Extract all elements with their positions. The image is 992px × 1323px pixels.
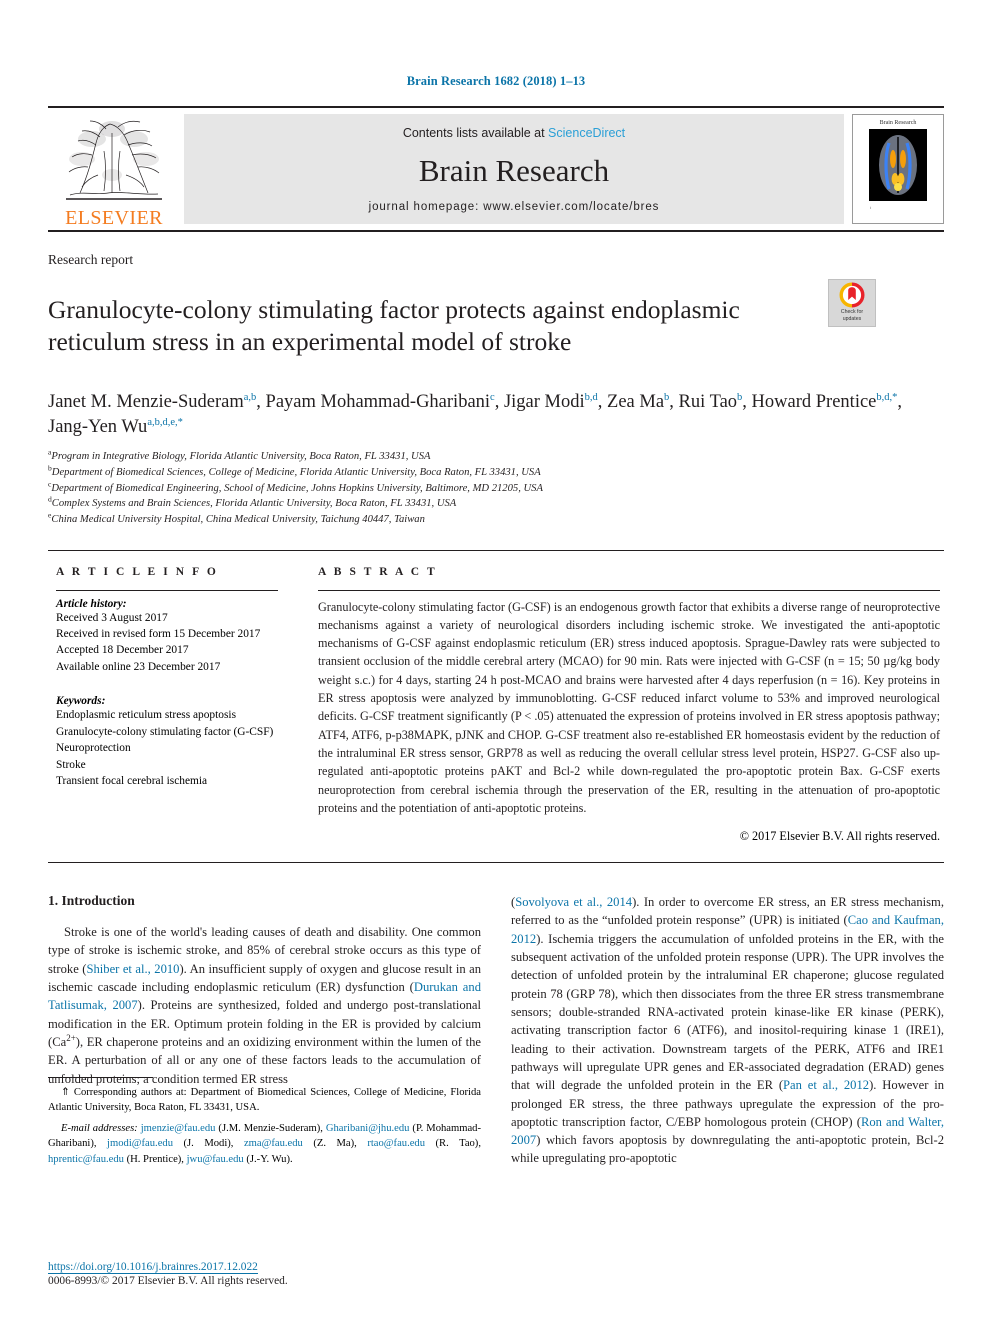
history-item: Accepted 18 December 2017 — [56, 644, 189, 657]
keyword-item: Stroke — [56, 758, 86, 771]
cover-footer-text: t — [870, 205, 872, 210]
article-type: Research report — [48, 252, 134, 267]
abstract-heading: A B S T R A C T — [318, 565, 438, 578]
email-link[interactable]: Gharibani@jhu.edu — [326, 1123, 410, 1134]
author: Payam Mohammad-Gharibanic — [265, 392, 495, 413]
author: Jang-Yen Wua,b,d,e,* — [48, 416, 183, 437]
email-link[interactable]: jmodi@fau.edu — [107, 1138, 173, 1149]
title-row: Granulocyte-colony stimulating factor pr… — [48, 277, 944, 374]
author: Rui Taob — [678, 392, 743, 413]
citation-link[interactable]: Pan et al., 2012 — [783, 1078, 869, 1092]
article-info-column: A R T I C L E I N F O Article history: R… — [48, 566, 296, 845]
doi-link[interactable]: https://doi.org/10.1016/j.brainres.2017.… — [48, 1261, 508, 1274]
affiliation: dComplex Systems and Brain Sciences, Flo… — [48, 494, 457, 510]
crossmark-label: Check for updates — [840, 309, 864, 322]
footnote-divider — [48, 1076, 153, 1078]
intro-paragraph-left: Stroke is one of the world's leading cau… — [48, 925, 481, 1086]
info-divider — [56, 589, 278, 591]
history-item: Received 3 August 2017 — [56, 611, 168, 624]
email-link[interactable]: jmenzie@fau.edu — [141, 1123, 216, 1134]
affiliation: aProgram in Integrative Biology, Florida… — [48, 447, 431, 463]
affiliation: bDepartment of Biomedical Sciences, Coll… — [48, 463, 541, 478]
journal-cover-thumbnail: Brain Research t — [852, 114, 944, 224]
cover-brain-image — [869, 129, 927, 201]
keywords-label: Keywords: — [56, 695, 106, 708]
author: Howard Prenticeb,d,* — [751, 392, 898, 413]
corresponding-author-note: ⇑ Corresponding authors at: Department o… — [48, 1086, 481, 1113]
keyword-item: Granulocyte-colony stimulating factor (G… — [56, 725, 274, 738]
contents-prefix: Contents lists available at — [402, 126, 549, 140]
affiliation-list: aProgram in Integrative Biology, Florida… — [48, 447, 944, 527]
abstract-column: A B S T R A C T Granulocyte-colony stimu… — [296, 566, 944, 845]
introduction-heading: 1. Introduction — [48, 893, 135, 909]
keyword-item: Neuroprotection — [56, 742, 131, 755]
author: Zea Mab — [607, 392, 670, 413]
affiliation: cDepartment of Biomedical Engineering, S… — [48, 479, 543, 494]
email-addresses-note: E-mail addresses: jmenzie@fau.edu (J.M. … — [48, 1123, 481, 1165]
elsevier-wordmark: ELSEVIER — [65, 207, 163, 229]
author: Jigar Modib,d — [503, 392, 598, 413]
abstract-divider — [318, 589, 940, 591]
journal-title: Brain Research — [418, 153, 610, 188]
contents-lists-line: Contents lists available at ScienceDirec… — [403, 126, 625, 140]
keyword-item: Transient focal cerebral ischemia — [56, 774, 208, 787]
info-abstract-block: A R T I C L E I N F O Article history: R… — [48, 549, 944, 864]
email-link[interactable]: zma@fau.edu — [244, 1138, 303, 1149]
right-column: (Sovolyova et al., 2014). In order to ov… — [511, 893, 944, 1288]
citation-link[interactable]: Shiber et al., 2010 — [86, 962, 179, 976]
sciencedirect-link[interactable]: ScienceDirect — [548, 126, 625, 140]
elsevier-logo: ELSEVIER — [48, 108, 180, 230]
email-link[interactable]: rtao@fau.edu — [367, 1138, 425, 1149]
citation-link[interactable]: Sovolyova et al., 2014 — [515, 895, 632, 909]
cover-journal-title: Brain Research — [879, 120, 917, 126]
affiliation: eChina Medical University Hospital, Chin… — [48, 510, 425, 525]
banner-center: Contents lists available at ScienceDirec… — [184, 114, 844, 224]
elsevier-tree-icon — [66, 120, 162, 200]
article-history-label: Article history: — [56, 597, 127, 610]
running-head: Brain Research 1682 (2018) 1–13 — [406, 74, 586, 88]
history-item: Available online 23 December 2017 — [56, 660, 221, 673]
journal-homepage[interactable]: journal homepage: www.elsevier.com/locat… — [369, 201, 660, 213]
crossmark-icon — [839, 282, 865, 308]
author: Janet M. Menzie-Suderama,b — [48, 392, 257, 413]
history-item: Received in revised form 15 December 201… — [56, 627, 261, 640]
paper-page: Brain Research 1682 (2018) 1–13 ELSEVIER… — [0, 0, 992, 1323]
article-info-heading: A R T I C L E I N F O — [56, 565, 219, 578]
journal-banner: ELSEVIER Contents lists available at Sci… — [48, 106, 944, 232]
issn-copyright: 0006-8993/© 2017 Elsevier B.V. All right… — [48, 1275, 288, 1287]
author-list: Janet M. Menzie-Suderama,b, Payam Mohamm… — [48, 392, 903, 437]
body-columns: 1. Introduction Stroke is one of the wor… — [48, 893, 944, 1288]
page-title: Granulocyte-colony stimulating factor pr… — [48, 295, 740, 356]
email-link[interactable]: hprentic@fau.edu — [48, 1154, 124, 1165]
footnote-block: ⇑ Corresponding authors at: Department o… — [48, 1076, 481, 1173]
brain-scan-icon — [869, 129, 927, 201]
keyword-item: Endoplasmic reticulum stress apoptosis — [56, 709, 237, 722]
left-column: 1. Introduction Stroke is one of the wor… — [48, 893, 481, 1288]
keywords-block: Keywords: Endoplasmic reticulum stress a… — [56, 695, 278, 789]
abstract-copyright: © 2017 Elsevier B.V. All rights reserved… — [739, 829, 940, 844]
page-footer: https://doi.org/10.1016/j.brainres.2017.… — [48, 1261, 508, 1287]
crossmark-badge[interactable]: Check for updates — [828, 279, 876, 327]
intro-paragraph-right: (Sovolyova et al., 2014). In order to ov… — [511, 895, 945, 1166]
abstract-text: Granulocyte-colony stimulating factor (G… — [318, 599, 940, 815]
email-link[interactable]: jwu@fau.edu — [187, 1154, 244, 1165]
